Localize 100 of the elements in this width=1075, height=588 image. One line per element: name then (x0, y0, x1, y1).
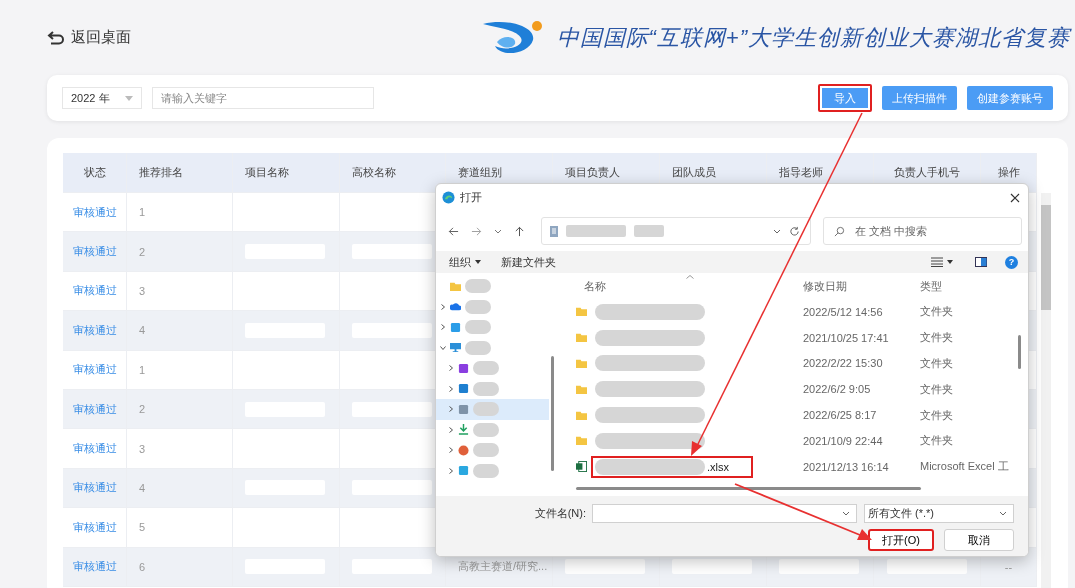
file-type: 文件夹 (920, 330, 954, 346)
back-link[interactable]: 返回桌面 (47, 28, 131, 47)
blurred-text (473, 463, 499, 478)
track-text: 高教主赛道/研究... (458, 559, 548, 575)
scrollbar[interactable] (576, 487, 921, 490)
blurred-text (473, 422, 499, 437)
column-header: 项目名称 (233, 153, 340, 192)
action-button[interactable]: 创建参赛账号 (967, 86, 1053, 110)
chevron-icon[interactable] (440, 303, 446, 310)
file-name[interactable]: .xlsx (591, 455, 753, 478)
status-link[interactable]: 审核通过 (72, 480, 117, 496)
sort-caret-icon (686, 275, 694, 279)
rank-text: 1 (139, 363, 146, 376)
modified-date: 2022/6/25 8:17 (802, 409, 878, 422)
preview-pane-icon[interactable] (975, 257, 987, 267)
filename-label: 文件名(N): (534, 506, 586, 521)
rank-text: 4 (139, 481, 146, 494)
caret-icon (125, 95, 133, 101)
scrollbar[interactable] (1018, 335, 1021, 369)
column-header: 名称 (583, 278, 607, 294)
blurred-text (465, 340, 491, 355)
dialog-button[interactable]: 取消 (944, 529, 1014, 551)
action-text: -- (1004, 560, 1013, 573)
status-link[interactable]: 审核通过 (72, 322, 117, 338)
file-type: 文件夹 (920, 433, 954, 449)
status-link[interactable]: 审核通过 (72, 244, 117, 260)
chevron-icon[interactable] (448, 467, 454, 474)
refresh-icon[interactable] (789, 225, 800, 237)
view-list-icon[interactable] (931, 257, 943, 267)
modified-date: 2021/10/9 22:44 (802, 434, 884, 447)
column-header: 状态 (63, 153, 127, 192)
search-field[interactable]: 在 文档 中搜索 (823, 217, 1022, 245)
file-extension: .xlsx (707, 460, 729, 473)
blurred-text (634, 225, 664, 237)
folder-icon (576, 409, 587, 421)
file-type: Microsoft Excel 工 (920, 459, 1010, 475)
search-icon (834, 225, 845, 237)
cloud-icon (450, 301, 461, 313)
file-type: 文件夹 (920, 356, 954, 371)
chevron-icon[interactable] (448, 365, 454, 372)
scrollbar[interactable] (1041, 193, 1051, 588)
keyword-field[interactable]: 请输入关键字 (152, 87, 374, 109)
help-button[interactable]: ? (1005, 255, 1018, 269)
year-select[interactable]: 2022 年 (62, 87, 142, 109)
folder-icon (576, 383, 587, 395)
blurred-text (465, 279, 491, 294)
folder-icon (576, 358, 587, 369)
status-link[interactable]: 审核通过 (72, 401, 117, 417)
chevron-icon[interactable] (448, 426, 454, 433)
modified-date: 2021/12/13 16:14 (802, 460, 890, 473)
modified-date: 2022/2/22 15:30 (802, 357, 884, 370)
rank-text: 2 (139, 403, 146, 416)
new-folder-button[interactable]: 新建文件夹 (501, 254, 556, 270)
spreadsheet-icon (576, 461, 587, 473)
status-link[interactable]: 审核通过 (72, 441, 117, 457)
swirl-icon (442, 191, 455, 204)
return-icon (47, 30, 65, 45)
file-type-select[interactable]: 所有文件 (*.*) (864, 504, 1014, 523)
dialog-button[interactable]: 打开(O) (868, 529, 934, 551)
chevron-icon[interactable] (440, 344, 446, 351)
rank-text: 4 (139, 324, 146, 337)
column-header: 推荐排名 (127, 153, 233, 192)
file-type: 文件夹 (920, 381, 954, 397)
action-button[interactable]: 上传扫描件 (882, 86, 957, 110)
folder-icon (576, 332, 587, 344)
column-header: 修改日期 (802, 278, 848, 294)
chevron-down-icon[interactable] (773, 228, 781, 234)
blurred-text (465, 299, 491, 314)
blurred-text (473, 443, 499, 458)
folder-icon (450, 280, 461, 292)
column-header: 类型 (920, 278, 943, 294)
close-icon[interactable] (1010, 192, 1020, 203)
status-link[interactable]: 审核通过 (72, 519, 117, 535)
document-icon (550, 225, 558, 237)
folder-icon (576, 306, 587, 318)
modified-date: 2022/6/2 9:05 (802, 383, 872, 396)
dialog-title: 打开 (460, 190, 482, 205)
chevron-icon[interactable] (448, 406, 454, 413)
organize-menu[interactable]: 组织 (449, 254, 471, 270)
status-link[interactable]: 审核通过 (72, 283, 117, 299)
forward-arrow-icon[interactable] (471, 225, 482, 237)
blurred-text (465, 320, 491, 335)
modified-date: 2021/10/25 17:41 (802, 331, 890, 344)
chevron-icon[interactable] (440, 324, 446, 331)
chevron-icon[interactable] (448, 447, 454, 454)
file-type: 文件夹 (920, 407, 954, 423)
caret-icon (475, 260, 481, 264)
tree-item[interactable] (436, 399, 549, 420)
back-arrow-icon[interactable] (448, 225, 459, 237)
action-button[interactable]: 导入 (818, 84, 872, 112)
caret-icon[interactable] (947, 260, 953, 264)
filename-field[interactable] (592, 504, 857, 523)
status-link[interactable]: 审核通过 (72, 559, 117, 575)
up-arrow-icon[interactable] (514, 225, 525, 237)
status-link[interactable]: 审核通过 (72, 204, 117, 220)
chevron-down-icon[interactable] (494, 228, 502, 234)
status-link[interactable]: 审核通过 (72, 362, 117, 378)
rank-text: 1 (139, 206, 146, 219)
file-type: 文件夹 (920, 304, 954, 320)
chevron-icon[interactable] (448, 385, 454, 392)
